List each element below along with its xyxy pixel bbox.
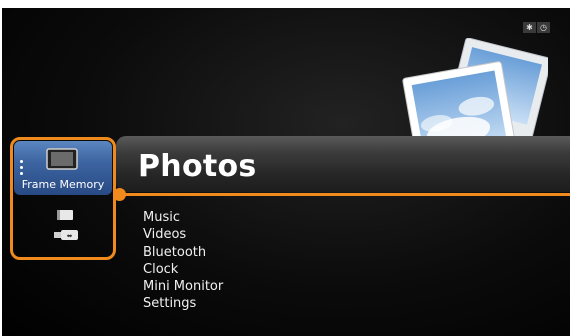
menu-item-music[interactable]: Music [143, 209, 223, 226]
status-bar: ✱ ◷ [523, 22, 550, 33]
more-dots-icon [20, 160, 23, 178]
selection-connector-dot [113, 188, 126, 201]
bluetooth-icon: ✱ [523, 22, 536, 33]
sidebar-item-label: Frame Memory [21, 178, 105, 191]
clock-icon: ◷ [537, 22, 550, 33]
menu-item-settings[interactable]: Settings [143, 295, 223, 312]
svg-text:⬌: ⬌ [67, 232, 73, 240]
usb-drive-icon[interactable]: ⬌ [53, 229, 79, 241]
photo-frame-icon [46, 148, 78, 170]
page-title: Photos [138, 149, 257, 184]
menu-item-videos[interactable]: Videos [143, 226, 223, 243]
header-underline [120, 193, 570, 196]
main-menu: Music Videos Bluetooth Clock Mini Monito… [143, 209, 223, 313]
menu-item-clock[interactable]: Clock [143, 261, 223, 278]
memory-card-icon[interactable] [56, 209, 74, 221]
menu-item-mini-monitor[interactable]: Mini Monitor [143, 278, 223, 295]
menu-item-bluetooth[interactable]: Bluetooth [143, 244, 223, 261]
